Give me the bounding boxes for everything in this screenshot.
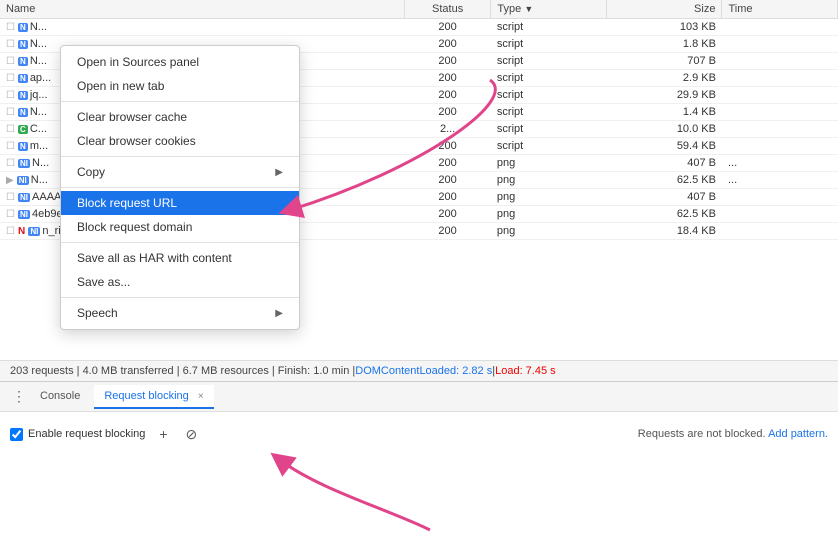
menu-separator xyxy=(61,156,299,157)
row-time-cell: ... xyxy=(722,172,838,189)
row-time-cell: ... xyxy=(722,155,838,172)
col-header-size[interactable]: Size xyxy=(606,0,722,19)
block-icon-button[interactable]: ⊘ xyxy=(181,424,201,444)
row-time-cell xyxy=(722,36,838,53)
row-time-cell xyxy=(722,87,838,104)
row-time-cell xyxy=(722,121,838,138)
row-size-cell: 29.9 KB xyxy=(606,87,722,104)
row-size-cell: 1.4 KB xyxy=(606,104,722,121)
devtools-panel: Name Status Type ▼ Size Time ☐ NN... 200… xyxy=(0,0,838,554)
tab-console[interactable]: Console xyxy=(30,385,90,409)
row-size-cell: 407 B xyxy=(606,189,722,206)
col-header-name[interactable]: Name xyxy=(0,0,404,19)
row-status-cell: 200 xyxy=(404,19,491,36)
context-menu: Open in Sources panelOpen in new tab Clea… xyxy=(60,45,300,330)
load-time: Load: 7.45 s xyxy=(495,365,556,377)
not-blocked-text: Requests are not blocked. xyxy=(638,428,766,440)
context-menu-item-clear-cookies[interactable]: Clear browser cookies xyxy=(61,129,299,153)
row-time-cell xyxy=(722,189,838,206)
context-menu-item-open-sources[interactable]: Open in Sources panel xyxy=(61,50,299,74)
row-status-cell: 2... xyxy=(404,121,491,138)
menu-separator xyxy=(61,187,299,188)
context-menu-item-save-har[interactable]: Save all as HAR with content xyxy=(61,246,299,270)
add-pattern-button[interactable]: + xyxy=(153,424,173,444)
add-pattern-link[interactable]: Add pattern. xyxy=(768,428,828,440)
row-size-cell: 59.4 KB xyxy=(606,138,722,155)
row-type-cell: png xyxy=(491,223,607,240)
row-size-cell: 407 B xyxy=(606,155,722,172)
tab-request-blocking[interactable]: Request blocking × xyxy=(94,385,213,409)
tab-close-icon[interactable]: × xyxy=(198,391,204,402)
row-status-cell: 200 xyxy=(404,189,491,206)
drawer-menu-icon[interactable]: ⋮ xyxy=(8,388,30,405)
context-menu-item-open-new-tab[interactable]: Open in new tab xyxy=(61,74,299,98)
row-type-cell: png xyxy=(491,189,607,206)
row-time-cell xyxy=(722,104,838,121)
row-time-cell xyxy=(722,53,838,70)
row-status-cell: 200 xyxy=(404,155,491,172)
row-size-cell: 2.9 KB xyxy=(606,70,722,87)
context-menu-item-save-as[interactable]: Save as... xyxy=(61,270,299,294)
drawer-content: Enable request blocking + ⊘ Requests are… xyxy=(0,412,838,456)
row-size-cell: 1.8 KB xyxy=(606,36,722,53)
context-menu-item-block-url[interactable]: Block request URL xyxy=(61,191,299,215)
row-status-cell: 200 xyxy=(404,206,491,223)
row-size-cell: 10.0 KB xyxy=(606,121,722,138)
status-bar: 203 requests | 4.0 MB transferred | 6.7 … xyxy=(0,360,838,381)
row-type-cell: script xyxy=(491,138,607,155)
menu-separator xyxy=(61,242,299,243)
bottom-drawer: ⋮ Console Request blocking × Enable requ… xyxy=(0,381,838,456)
row-status-cell: 200 xyxy=(404,172,491,189)
row-type-cell: script xyxy=(491,53,607,70)
enable-label: Enable request blocking xyxy=(28,428,145,440)
row-type-cell: png xyxy=(491,155,607,172)
row-time-cell xyxy=(722,138,838,155)
enable-checkbox[interactable] xyxy=(10,428,23,441)
row-type-cell: script xyxy=(491,87,607,104)
row-status-cell: 200 xyxy=(404,36,491,53)
row-time-cell xyxy=(722,223,838,240)
enable-request-blocking[interactable]: Enable request blocking xyxy=(10,428,145,441)
row-size-cell: 707 B xyxy=(606,53,722,70)
context-menu-item-copy[interactable]: Copy▶ xyxy=(61,160,299,184)
row-size-cell: 103 KB xyxy=(606,19,722,36)
row-type-cell: script xyxy=(491,104,607,121)
table-row[interactable]: ☐ NN... 200 script 103 KB xyxy=(0,19,838,36)
row-type-cell: script xyxy=(491,70,607,87)
row-time-cell xyxy=(722,206,838,223)
row-type-cell: script xyxy=(491,19,607,36)
row-status-cell: 200 xyxy=(404,53,491,70)
col-header-time[interactable]: Time xyxy=(722,0,838,19)
row-type-cell: png xyxy=(491,206,607,223)
row-type-cell: script xyxy=(491,121,607,138)
col-header-status[interactable]: Status xyxy=(404,0,491,19)
col-header-type[interactable]: Type ▼ xyxy=(491,0,607,19)
context-menu-item-speech[interactable]: Speech▶ xyxy=(61,301,299,325)
dom-content-loaded: DOMContentLoaded: 2.82 s xyxy=(355,365,492,377)
row-status-cell: 200 xyxy=(404,138,491,155)
row-size-cell: 62.5 KB xyxy=(606,172,722,189)
row-status-cell: 200 xyxy=(404,104,491,121)
status-bar-text: 203 requests | 4.0 MB transferred | 6.7 … xyxy=(10,365,355,377)
menu-separator xyxy=(61,297,299,298)
menu-separator xyxy=(61,101,299,102)
row-size-cell: 18.4 KB xyxy=(606,223,722,240)
row-name-cell: ☐ NN... xyxy=(0,19,404,36)
drawer-right: Requests are not blocked. Add pattern. xyxy=(638,428,828,440)
row-time-cell xyxy=(722,19,838,36)
row-time-cell xyxy=(722,70,838,87)
row-status-cell: 200 xyxy=(404,223,491,240)
row-size-cell: 62.5 KB xyxy=(606,206,722,223)
row-type-cell: script xyxy=(491,36,607,53)
context-menu-item-clear-cache[interactable]: Clear browser cache xyxy=(61,105,299,129)
context-menu-item-block-domain[interactable]: Block request domain xyxy=(61,215,299,239)
drawer-tabs: ⋮ Console Request blocking × xyxy=(0,382,838,412)
row-status-cell: 200 xyxy=(404,70,491,87)
drawer-left: Enable request blocking + ⊘ xyxy=(10,424,201,444)
row-status-cell: 200 xyxy=(404,87,491,104)
row-type-cell: png xyxy=(491,172,607,189)
